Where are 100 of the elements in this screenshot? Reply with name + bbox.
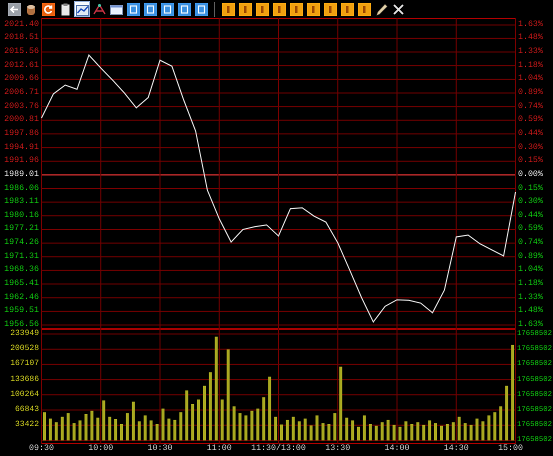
volume-bar xyxy=(120,424,123,440)
axis-label: 1994.91 xyxy=(4,142,39,154)
axis-label: 0.44% xyxy=(518,128,543,140)
axis-label: 1.04% xyxy=(518,264,543,276)
close-icon xyxy=(392,2,404,16)
period-button[interactable] xyxy=(193,1,209,17)
volume-bar xyxy=(220,400,224,440)
period-button[interactable] xyxy=(176,1,192,17)
volume-bar xyxy=(197,400,200,440)
volume-bar xyxy=(499,406,502,440)
axis-label: 1965.41 xyxy=(4,278,39,290)
tile-icon xyxy=(222,2,234,16)
chart-button[interactable] xyxy=(74,1,90,17)
axis-label: 0.30% xyxy=(518,142,543,154)
frame-icon xyxy=(194,2,208,16)
volume-bar xyxy=(78,420,82,440)
volume-bar xyxy=(316,415,318,440)
volume-bar xyxy=(203,386,206,440)
tile-icon xyxy=(256,2,268,16)
cup-icon xyxy=(24,2,38,16)
volume-bar xyxy=(452,422,455,440)
volume-bar xyxy=(410,424,414,440)
axis-label: 0.30% xyxy=(518,196,543,208)
network-icon xyxy=(92,2,106,16)
interval-button[interactable] xyxy=(220,1,236,17)
axis-label: 0.44% xyxy=(518,210,543,222)
refresh-button[interactable] xyxy=(40,1,56,17)
axis-label: 0.59% xyxy=(518,114,543,126)
interval-button[interactable] xyxy=(339,1,355,17)
volume-bar xyxy=(96,418,100,440)
interval-button[interactable] xyxy=(271,1,287,17)
time-label: 14:30 xyxy=(444,444,469,454)
interval-button[interactable] xyxy=(288,1,304,17)
volume-bar xyxy=(150,420,153,440)
volume-bar xyxy=(167,418,170,440)
axis-label: 66843 xyxy=(14,404,39,416)
axis-label: 1959.51 xyxy=(4,305,39,318)
volume-bar xyxy=(404,421,408,440)
volume-bar xyxy=(173,420,176,440)
time-label: 10:30 xyxy=(148,444,172,454)
volume-bar xyxy=(108,416,112,440)
volume-bar xyxy=(292,416,295,440)
axis-label: 2015.56 xyxy=(4,46,39,58)
axis-label: 1983.11 xyxy=(4,196,39,208)
frame-icon xyxy=(144,2,156,16)
volume-bar xyxy=(191,404,194,440)
period-button[interactable] xyxy=(142,1,158,17)
tile-icon xyxy=(238,2,252,16)
interval-button[interactable] xyxy=(322,1,338,17)
pen-icon xyxy=(374,2,388,16)
volume-bar xyxy=(126,413,129,440)
axis-label: 1.48% xyxy=(518,305,543,318)
axis-label: 1.04% xyxy=(518,73,543,86)
tile-icon xyxy=(358,2,370,16)
volume-bar xyxy=(362,415,366,440)
tile-icon xyxy=(306,2,320,16)
volume-bar xyxy=(446,424,449,440)
axis-label: 0.59% xyxy=(518,223,543,236)
axis-label: 133686 xyxy=(10,374,39,386)
axis-label: 1968.36 xyxy=(4,264,39,276)
axis-label: 1.33% xyxy=(518,46,543,58)
axis-label: 2021.40 xyxy=(4,19,39,31)
time-label: 10:00 xyxy=(88,444,114,454)
axis-label: 0.15% xyxy=(518,155,543,168)
volume-bar xyxy=(60,416,64,440)
axis-label: 0.89% xyxy=(518,86,543,99)
axis-label: 1971.31 xyxy=(4,250,39,263)
volume-bar xyxy=(162,408,164,440)
volume-bar xyxy=(268,376,272,440)
axis-label: 233949 xyxy=(10,328,39,340)
back-button[interactable] xyxy=(6,1,22,17)
axis-label: 2009.66 xyxy=(4,73,39,86)
interval-button[interactable] xyxy=(305,1,321,17)
axis-label: 2000.81 xyxy=(4,114,39,126)
period-button[interactable] xyxy=(125,1,141,17)
axis-label: 1.63% xyxy=(518,19,543,31)
volume-bar xyxy=(374,426,378,440)
axis-label: 100264 xyxy=(10,388,39,401)
volume-bar xyxy=(280,424,283,440)
volume-bar xyxy=(304,418,307,440)
volume-bar xyxy=(351,420,354,440)
axis-label: 0.89% xyxy=(518,250,543,263)
axis-label: 1.33% xyxy=(518,292,543,304)
frame-icon xyxy=(160,2,174,16)
interval-button[interactable] xyxy=(254,1,270,17)
axis-label: 0.74% xyxy=(518,237,543,250)
period-button[interactable] xyxy=(159,1,175,17)
volume-bar xyxy=(156,424,159,440)
volume-bar xyxy=(72,423,76,440)
interval-button[interactable] xyxy=(356,1,372,17)
interval-button[interactable] xyxy=(237,1,253,17)
volume-bar xyxy=(368,424,372,440)
volume-bar xyxy=(440,426,443,440)
axis-label: 1962.46 xyxy=(4,292,39,304)
volume-bar xyxy=(322,423,324,440)
refresh-icon xyxy=(42,2,54,16)
volume-bar xyxy=(470,424,473,440)
volume-bar xyxy=(357,426,360,440)
volume-bar xyxy=(185,390,188,440)
network-button[interactable] xyxy=(91,1,107,17)
